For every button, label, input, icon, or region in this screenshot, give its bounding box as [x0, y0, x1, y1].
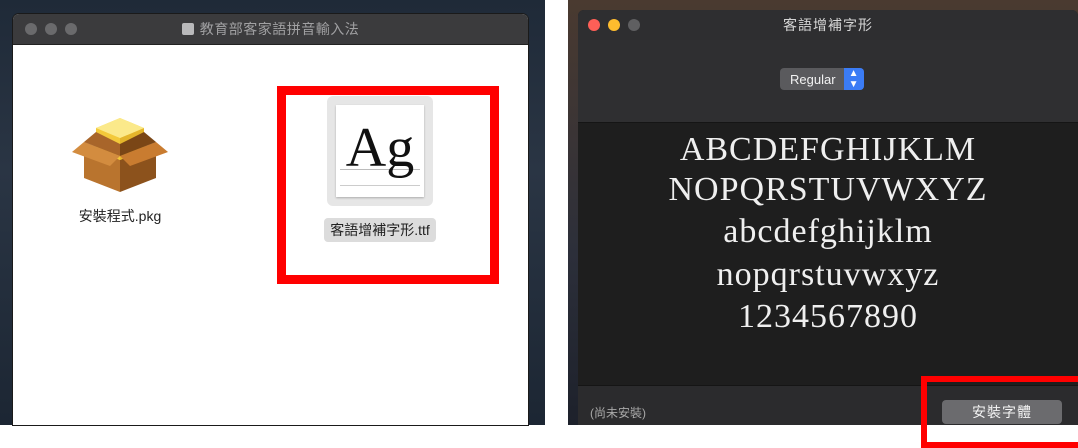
- finder-titlebar: 教育部客家語拼音輸入法: [13, 14, 528, 45]
- font-preview-area: ABCDEFGHIJKLM NOPQRSTUVWXYZ abcdefghijkl…: [578, 123, 1078, 385]
- preview-line: abcdefghijklm: [723, 213, 933, 250]
- font-window-title: 客語增補字形: [783, 17, 873, 33]
- install-status: (尚未安裝): [590, 406, 646, 420]
- font-window-toolbar: Regular ▲ ▼: [578, 40, 1078, 123]
- chevron-updown-icon: ▲ ▼: [843, 68, 864, 90]
- font-preview-window: 客語增補字形 Regular ▲ ▼ ABCDEFGHIJKLM NOPQRSTU…: [578, 10, 1078, 425]
- highlight-box-install: [921, 376, 1078, 448]
- font-window-titlebar: 客語增補字形: [578, 10, 1078, 40]
- disk-image-icon: [181, 23, 194, 35]
- package-icon: [72, 118, 168, 192]
- font-style-select[interactable]: Regular ▲ ▼: [780, 68, 864, 90]
- file-label: 安裝程式.pkg: [78, 208, 162, 224]
- font-style-value: Regular: [790, 71, 836, 87]
- preview-line: ABCDEFGHIJKLM: [679, 131, 977, 168]
- highlight-box-ttf: [277, 86, 499, 284]
- preview-line: NOPQRSTUVWXYZ: [668, 171, 988, 208]
- preview-line: nopqrstuvwxyz: [716, 256, 940, 293]
- finder-window-title: 教育部客家語拼音輸入法: [199, 21, 360, 37]
- file-item-pkg[interactable]: 安裝程式.pkg: [50, 108, 190, 226]
- preview-line: 1234567890: [738, 298, 918, 335]
